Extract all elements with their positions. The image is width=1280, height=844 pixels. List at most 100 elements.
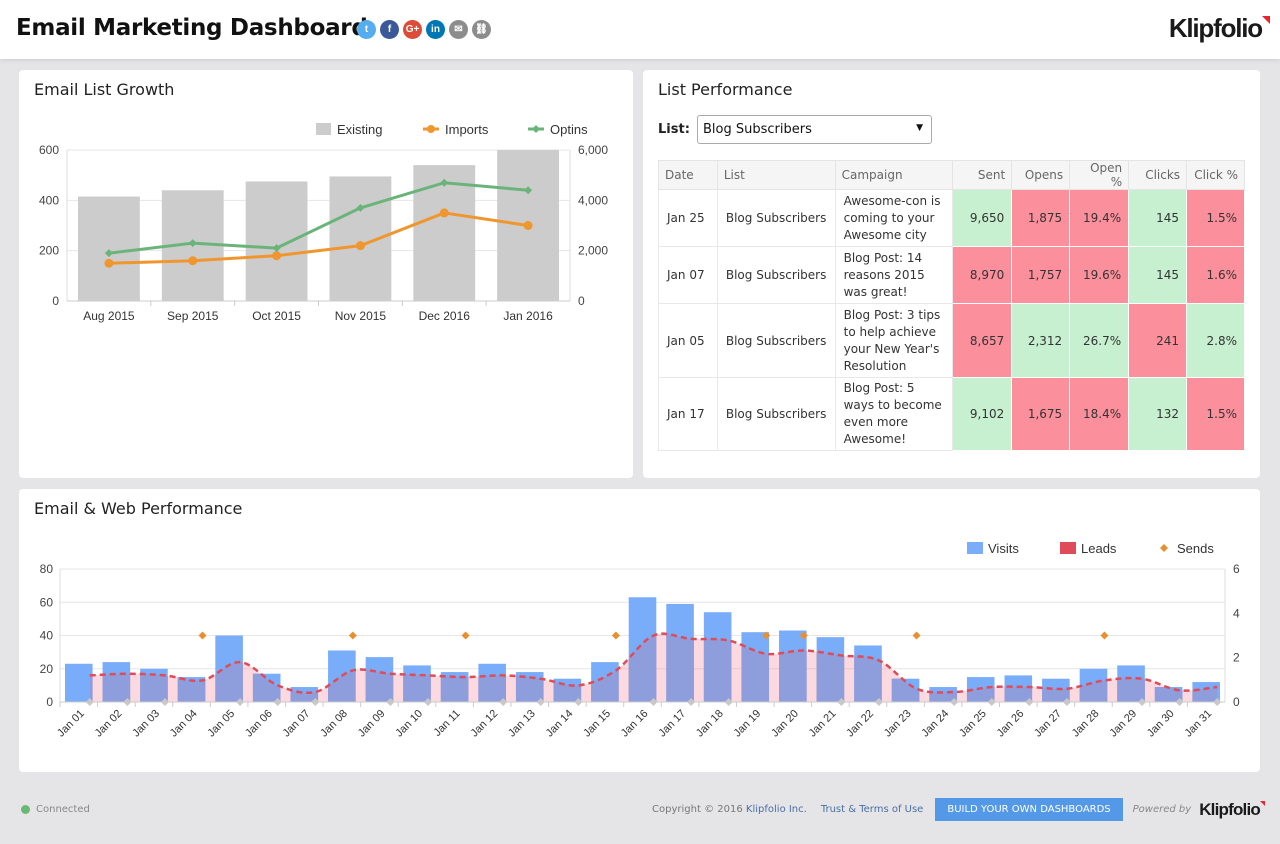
x-tick-label: Jan 20 (769, 708, 801, 740)
klipfolio-inc-link[interactable]: Klipfolio Inc. (746, 804, 807, 815)
cell-clicks: 145 (1128, 246, 1188, 304)
cell-opens: 2,312 (1011, 303, 1071, 378)
list-growth-chart: 0 0 200 2,000 400 4,000 600 6,000 Aug 2015 Sep 20… (39, 122, 608, 323)
cell-click-pct: 1.5% (1186, 189, 1245, 247)
x-tick-label: Jan 01 (55, 708, 87, 740)
cell-sent: 9,650 (952, 189, 1013, 247)
google-plus-share-icon[interactable]: G+ (403, 20, 422, 39)
cell-clicks: 132 (1128, 377, 1188, 451)
y-tick-label: 200 (39, 244, 59, 258)
cell-date: Jan 17 (658, 377, 718, 451)
y-tick-label: 40 (40, 629, 54, 643)
x-tick-label: Jan 08 (318, 708, 350, 740)
cell-open-pct: 19.6% (1069, 246, 1130, 304)
cell-open-pct: 18.4% (1069, 377, 1130, 451)
point-imports (188, 256, 198, 266)
x-tick-label: Jan 18 (694, 708, 726, 740)
cell-list: Blog Subscribers (716, 246, 836, 304)
list-label: List: (658, 122, 690, 137)
powered-by-text: Powered by (1132, 804, 1192, 815)
x-tick-label: Jan 15 (581, 708, 613, 740)
legend-label-existing: Existing (337, 122, 383, 137)
column-header-clicks[interactable]: Clicks (1128, 160, 1188, 190)
legend-label-visits: Visits (988, 541, 1019, 556)
klipfolio-logo[interactable]: Klipfolio (1168, 13, 1270, 44)
x-tick-label: Jan 12 (468, 708, 500, 740)
legend-marker-imports (427, 125, 435, 133)
dropdown-arrow-icon: ▼ (916, 123, 923, 133)
cell-opens: 1,757 (1011, 246, 1071, 304)
x-tick-label: Jan 10 (393, 708, 425, 740)
x-tick-label: Jan 26 (995, 708, 1027, 740)
logo-text: Klipfolio (1199, 799, 1261, 819)
cell-campaign: Blog Post: 14 reasons 2015 was great! (834, 246, 954, 304)
cell-click-pct: 2.8% (1186, 303, 1245, 378)
column-header-opens[interactable]: Opens (1011, 160, 1071, 190)
x-tick-label: Jan 06 (243, 708, 275, 740)
terms-link[interactable]: Trust & Terms of Use (821, 804, 924, 815)
point-sends (611, 631, 620, 640)
logo-text: Klipfolio (1168, 13, 1263, 43)
x-tick-label: Jan 07 (281, 708, 313, 740)
cell-campaign: Blog Post: 3 tips to help achieve your N… (834, 303, 954, 378)
column-header-click[interactable]: Click % (1186, 160, 1245, 190)
status-text: Connected (36, 804, 90, 815)
x-tick-label: Jan 14 (544, 708, 576, 740)
x-tick-label: Jan 28 (1070, 708, 1102, 740)
column-header-list[interactable]: List (716, 160, 836, 190)
point-imports (272, 251, 282, 261)
footer-klipfolio-logo[interactable]: Klipfolio (1199, 799, 1265, 820)
copyright-prefix: Copyright © 2016 (652, 804, 746, 815)
cell-opens: 1,675 (1011, 377, 1071, 451)
column-header-campaign[interactable]: Campaign (834, 160, 954, 190)
x-tick-label: Jan 03 (130, 708, 162, 740)
logo-triangle-icon (1260, 800, 1265, 806)
email-web-performance-panel: Email & Web Performance 0 20 40 60 80 0 2 4 6 Jan… (19, 489, 1260, 772)
column-header-date[interactable]: Date (658, 160, 718, 190)
twitter-share-icon[interactable]: t (357, 20, 376, 39)
cell-date: Jan 05 (658, 303, 718, 378)
build-dashboards-button[interactable]: BUILD YOUR OWN DASHBOARDS (935, 798, 1123, 821)
x-tick-label: Jan 21 (807, 708, 839, 740)
y-tick-label: 0 (46, 695, 53, 709)
x-tick-label: Jan 11 (431, 708, 462, 739)
column-header-open[interactable]: Open % (1069, 160, 1130, 190)
list-performance-panel: List Performance List: Blog Subscribers … (643, 70, 1260, 478)
y2-tick-label: 2 (1233, 651, 1240, 665)
x-tick-label: Jan 29 (1107, 708, 1139, 740)
x-tick-label: Jan 2016 (503, 309, 553, 323)
y2-tick-label: 6 (1233, 562, 1240, 576)
cell-list: Blog Subscribers (716, 189, 836, 247)
bar-visits (65, 663, 93, 702)
legend-label-leads: Leads (1081, 541, 1117, 556)
facebook-share-icon[interactable]: f (380, 20, 399, 39)
cell-campaign: Blog Post: 5 ways to become even more Aw… (834, 377, 954, 451)
y-tick-label: 20 (40, 662, 54, 676)
copyright-text: Copyright © 2016 Klipfolio Inc. (652, 804, 807, 815)
connection-status: Connected (21, 804, 90, 815)
cell-click-pct: 1.5% (1186, 377, 1245, 451)
list-select[interactable]: Blog Subscribers ▼ (697, 115, 932, 144)
y2-tick-label: 0 (578, 294, 585, 308)
email-share-icon[interactable]: ✉ (449, 20, 468, 39)
legend-swatch-existing (316, 123, 331, 135)
point-sends (912, 631, 921, 640)
x-tick-label: Nov 2015 (335, 309, 387, 323)
y-tick-label: 60 (40, 595, 54, 609)
table-row: Jan 17 Blog Subscribers Blog Post: 5 ways … (658, 377, 1245, 451)
social-share-bar: t f G+ in ✉ ⛓ (357, 20, 491, 39)
x-tick-label: Dec 2016 (419, 309, 471, 323)
cell-open-pct: 26.7% (1069, 303, 1130, 378)
legend-marker-optins (532, 125, 540, 133)
cell-sent: 8,657 (952, 303, 1013, 378)
cell-open-pct: 19.4% (1069, 189, 1130, 247)
cell-opens: 1,875 (1011, 189, 1071, 247)
legend-label-imports: Imports (445, 122, 489, 137)
status-dot-icon (21, 805, 30, 814)
column-header-sent[interactable]: Sent (952, 160, 1013, 190)
linkedin-share-icon[interactable]: in (426, 20, 445, 39)
link-share-icon[interactable]: ⛓ (472, 20, 491, 39)
cell-clicks: 145 (1128, 189, 1188, 247)
legend-marker-sends (1160, 544, 1168, 552)
point-sends (198, 631, 207, 640)
